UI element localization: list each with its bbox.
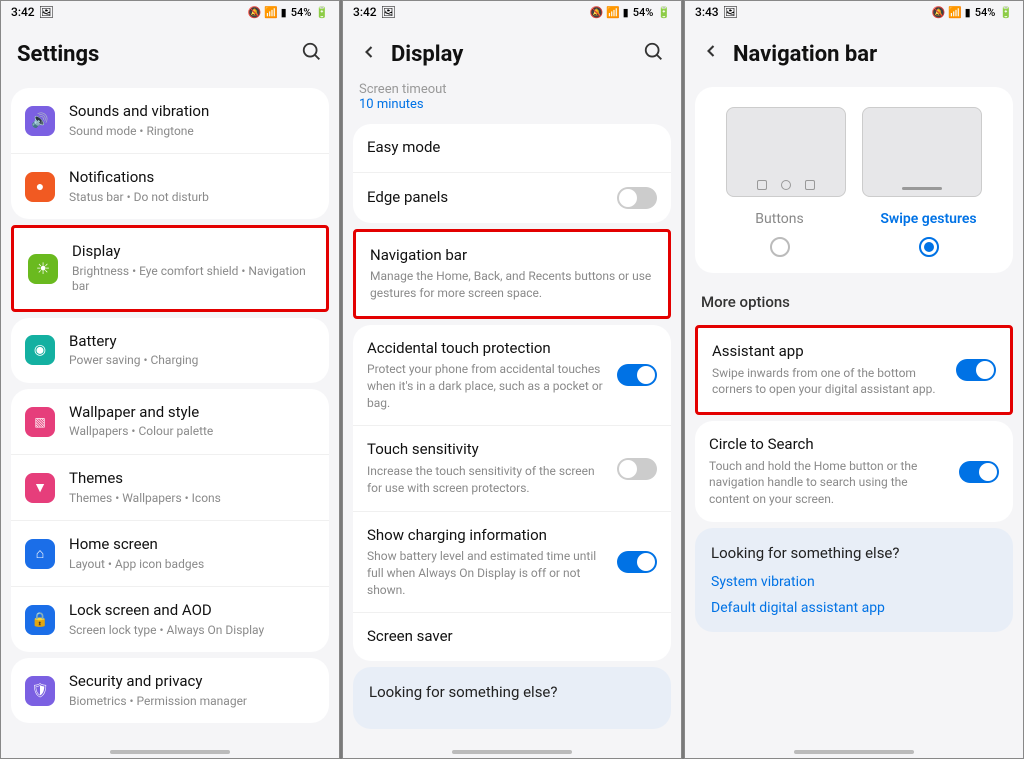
circlesearch-toggle[interactable] xyxy=(959,461,999,483)
home-indicator[interactable] xyxy=(110,750,230,754)
touchsens-toggle[interactable] xyxy=(617,458,657,480)
search-icon[interactable] xyxy=(301,41,323,68)
back-button[interactable] xyxy=(701,41,721,67)
display-group-1: Easy mode Edge panels xyxy=(353,124,671,223)
home-indicator[interactable] xyxy=(452,750,572,754)
status-bar: 3:43 🖼 🔕 📶 ▮ 54%🔋 xyxy=(685,1,1023,23)
partial-row[interactable]: Screen timeout 10 minutes xyxy=(343,82,681,118)
display-item-easymode[interactable]: Easy mode xyxy=(353,124,671,173)
footer-card: Looking for something else? System vibra… xyxy=(695,528,1013,632)
settings-group-4: 🛡 Security and privacyBiometrics • Permi… xyxy=(11,658,329,723)
settings-item-display-highlighted: ☀ DisplayBrightness • Eye comfort shield… xyxy=(11,225,329,312)
display-item-navbar[interactable]: Navigation barManage the Home, Back, and… xyxy=(356,232,668,316)
settings-item-homescreen[interactable]: ⌂ Home screenLayout • App icon badges xyxy=(11,521,329,587)
display-item-navbar-highlighted: Navigation barManage the Home, Back, and… xyxy=(353,229,671,319)
nav-item-circlesearch[interactable]: Circle to SearchTouch and hold the Home … xyxy=(695,421,1013,522)
preview-buttons[interactable] xyxy=(726,107,846,197)
back-button[interactable] xyxy=(359,42,379,68)
display-item-screensaver[interactable]: Screen saver xyxy=(353,613,671,661)
status-bar: 3:42 🖼 🔕 📶 ▮ 54%🔋 xyxy=(1,1,339,23)
battery-icon: ◉ xyxy=(25,335,55,365)
settings-item-battery[interactable]: ◉ BatteryPower saving • Charging xyxy=(11,318,329,383)
settings-item-display[interactable]: ☀ DisplayBrightness • Eye comfort shield… xyxy=(14,228,326,309)
settings-item-security[interactable]: 🛡 Security and privacyBiometrics • Permi… xyxy=(11,658,329,723)
nav-item-assistant[interactable]: Assistant appSwipe inwards from one of t… xyxy=(698,328,1010,412)
display-item-charging[interactable]: Show charging informationShow battery le… xyxy=(353,512,671,614)
display-item-touchsens[interactable]: Touch sensitivityIncrease the touch sens… xyxy=(353,426,671,511)
settings-item-themes[interactable]: ▼ ThemesThemes • Wallpapers • Icons xyxy=(11,455,329,521)
link-default-assistant[interactable]: Default digital assistant app xyxy=(711,600,997,616)
settings-item-wallpaper[interactable]: ▧ Wallpaper and styleWallpapers • Colour… xyxy=(11,389,329,455)
radio-gestures[interactable]: Swipe gestures xyxy=(862,211,995,257)
preview-gestures[interactable] xyxy=(862,107,982,197)
shield-icon: 🛡 xyxy=(25,676,55,706)
page-title: Navigation bar xyxy=(733,42,877,67)
lock-icon: 🔒 xyxy=(25,605,55,635)
status-time: 3:42 xyxy=(353,5,377,19)
wallpaper-icon: ▧ xyxy=(25,407,55,437)
more-options-label[interactable]: More options xyxy=(685,279,1023,319)
accidental-toggle[interactable] xyxy=(617,364,657,386)
nav-style-card: Buttons Swipe gestures xyxy=(695,87,1013,273)
home-indicator[interactable] xyxy=(794,750,914,754)
status-bar: 3:42 🖼 🔕 📶 ▮ 54%🔋 xyxy=(343,1,681,23)
settings-item-sounds[interactable]: 🔊 Sounds and vibrationSound mode • Ringt… xyxy=(11,88,329,154)
status-time: 3:43 xyxy=(695,5,719,19)
status-time: 3:42 xyxy=(11,5,35,19)
bell-icon: ● xyxy=(25,172,55,202)
settings-group-1: 🔊 Sounds and vibrationSound mode • Ringt… xyxy=(11,88,329,219)
themes-icon: ▼ xyxy=(25,473,55,503)
settings-item-lockscreen[interactable]: 🔒 Lock screen and AODScreen lock type • … xyxy=(11,587,329,652)
status-battery: 54% xyxy=(975,6,996,19)
radio-buttons[interactable]: Buttons xyxy=(713,211,846,257)
sound-icon: 🔊 xyxy=(25,106,55,136)
display-item-edgepanels[interactable]: Edge panels xyxy=(353,173,671,223)
settings-group-3: ▧ Wallpaper and styleWallpapers • Colour… xyxy=(11,389,329,652)
settings-group-2: ◉ BatteryPower saving • Charging xyxy=(11,318,329,383)
nav-group-2: Circle to SearchTouch and hold the Home … xyxy=(695,421,1013,522)
edgepanels-toggle[interactable] xyxy=(617,187,657,209)
settings-item-notifications[interactable]: ● NotificationsStatus bar • Do not distu… xyxy=(11,154,329,219)
display-item-accidental[interactable]: Accidental touch protectionProtect your … xyxy=(353,325,671,427)
assistant-toggle[interactable] xyxy=(956,359,996,381)
status-battery: 54% xyxy=(291,6,312,19)
status-battery: 54% xyxy=(633,6,654,19)
display-group-2: Accidental touch protectionProtect your … xyxy=(353,325,671,661)
charging-toggle[interactable] xyxy=(617,551,657,573)
brightness-icon: ☀ xyxy=(28,254,58,284)
assistant-app-highlighted: Assistant appSwipe inwards from one of t… xyxy=(695,325,1013,415)
link-system-vibration[interactable]: System vibration xyxy=(711,574,997,590)
footer-card: Looking for something else? xyxy=(353,667,671,729)
page-title: Display xyxy=(391,42,463,67)
home-icon: ⌂ xyxy=(25,539,55,569)
page-title: Settings xyxy=(17,42,99,67)
search-icon[interactable] xyxy=(643,41,665,68)
